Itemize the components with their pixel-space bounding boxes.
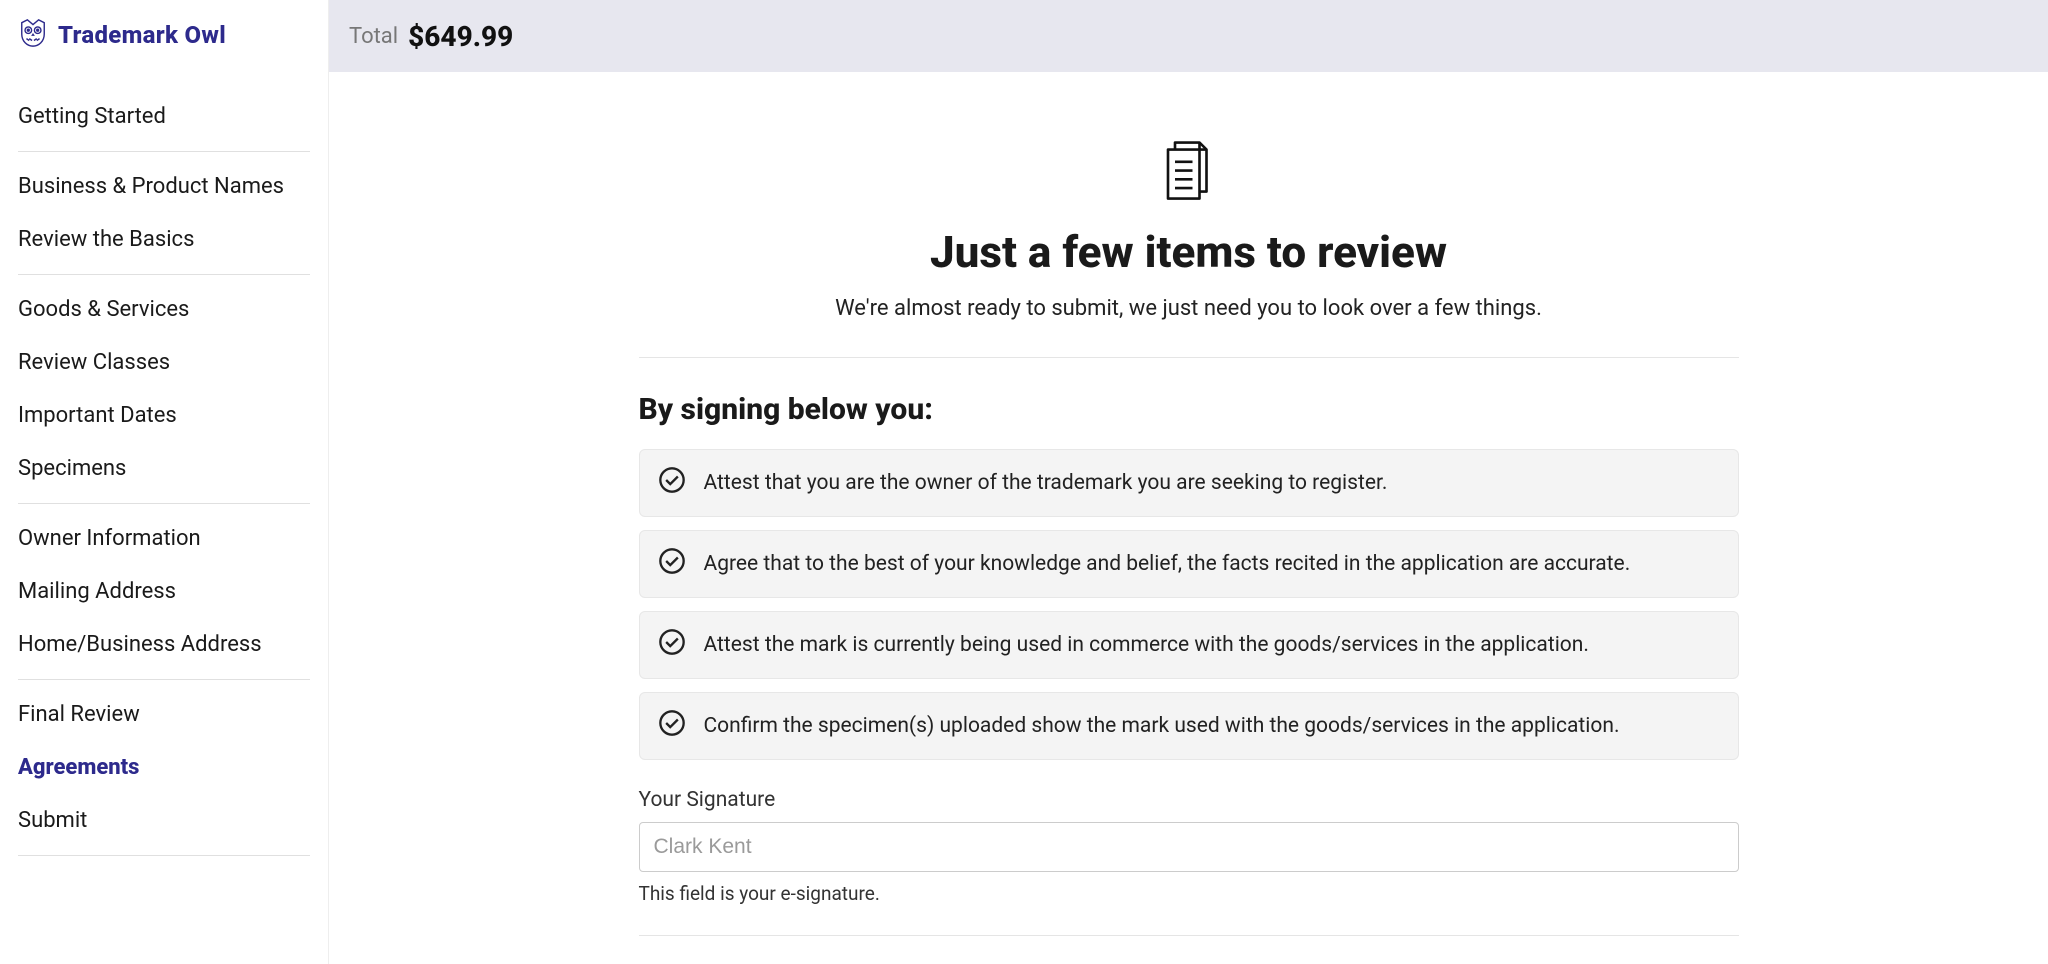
total-amount: $649.99 [408, 20, 513, 53]
sidebar-item[interactable]: Home/Business Address [18, 618, 310, 671]
sidebar-item[interactable]: Agreements [18, 741, 310, 794]
nav-group-separator [18, 151, 310, 152]
sidebar-item[interactable]: Mailing Address [18, 565, 310, 618]
attestation-item: Attest the mark is currently being used … [639, 611, 1739, 679]
attestation-text: Attest that you are the owner of the tra… [704, 471, 1388, 495]
check-circle-icon [658, 547, 686, 581]
sidebar-nav: Getting StartedBusiness & Product NamesR… [18, 90, 310, 856]
sidebar-item[interactable]: Specimens [18, 442, 310, 495]
attestation-text: Confirm the specimen(s) uploaded show th… [704, 714, 1620, 738]
attestation-item: Agree that to the best of your knowledge… [639, 530, 1739, 598]
nav-group-separator [18, 679, 310, 680]
sidebar-item[interactable]: Owner Information [18, 512, 310, 565]
sidebar-item[interactable]: Business & Product Names [18, 160, 310, 213]
nav-group-separator [18, 274, 310, 275]
page-title: Just a few items to review [639, 226, 1739, 278]
sidebar-item[interactable]: Submit [18, 794, 310, 847]
check-circle-icon [658, 628, 686, 662]
attestation-text: Agree that to the best of your knowledge… [704, 552, 1631, 576]
owl-icon [18, 18, 48, 52]
sidebar: Trademark Owl Getting Started Business & … [0, 0, 329, 964]
attestation-text: Attest the mark is currently being used … [704, 633, 1589, 657]
sidebar-item[interactable]: Goods & Services [18, 283, 310, 336]
nav-group-separator [18, 855, 310, 856]
page-subtitle: We're almost ready to submit, we just ne… [639, 296, 1739, 321]
content-area: Just a few items to review We're almost … [329, 72, 2048, 964]
main: Total $649.99 Just a few items to revi [329, 0, 2048, 964]
divider [639, 357, 1739, 358]
nav-group-separator [18, 503, 310, 504]
attestation-item: Confirm the specimen(s) uploaded show th… [639, 692, 1739, 760]
signature-label: Your Signature [639, 788, 1739, 812]
sidebar-item[interactable]: Review the Basics [18, 213, 310, 266]
sidebar-item[interactable]: Review Classes [18, 336, 310, 389]
documents-icon [639, 132, 1739, 202]
sidebar-item[interactable]: Final Review [18, 688, 310, 741]
attestation-item: Attest that you are the owner of the tra… [639, 449, 1739, 517]
sidebar-item[interactable]: Getting Started [18, 90, 310, 143]
check-circle-icon [658, 466, 686, 500]
section-title: By signing below you: [639, 392, 1739, 427]
topbar: Total $649.99 [329, 0, 2048, 72]
hero: Just a few items to review We're almost … [639, 132, 1739, 321]
brand-logo: Trademark Owl [16, 18, 312, 52]
attestation-list: Attest that you are the owner of the tra… [639, 449, 1739, 760]
total-label: Total [349, 24, 398, 49]
signature-help: This field is your e-signature. [639, 882, 1739, 905]
signature-input[interactable] [639, 822, 1739, 872]
sidebar-item[interactable]: Important Dates [18, 389, 310, 442]
divider [639, 935, 1739, 936]
brand-name: Trademark Owl [58, 21, 226, 49]
check-circle-icon [658, 709, 686, 743]
